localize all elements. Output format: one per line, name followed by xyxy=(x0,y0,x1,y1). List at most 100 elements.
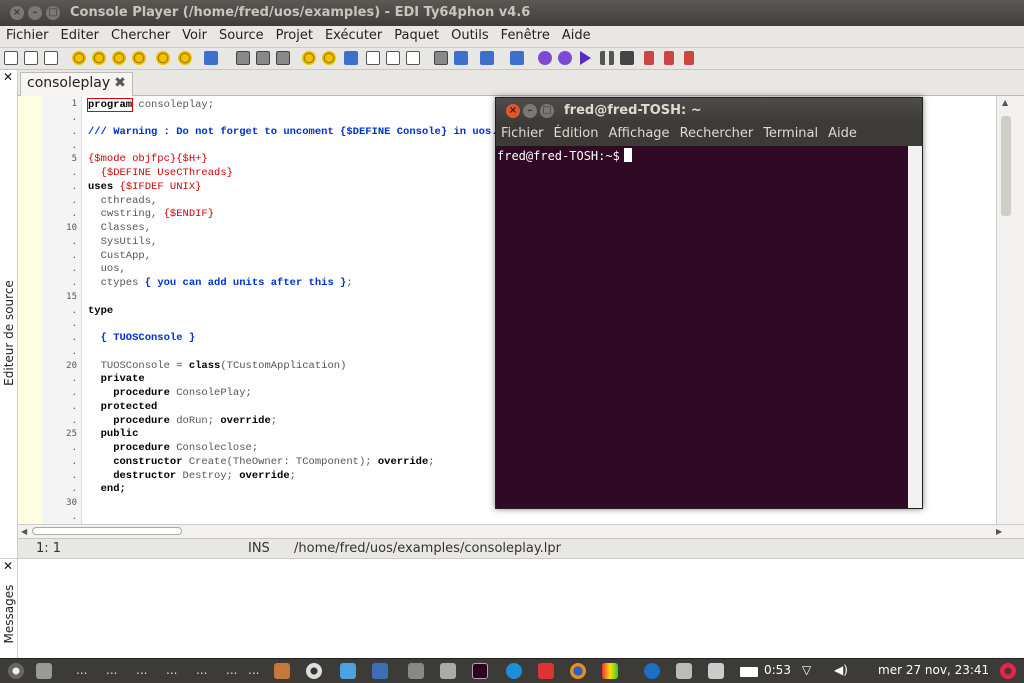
source-editor-label[interactable]: Editeur de source xyxy=(2,276,16,390)
rebuild-icon[interactable] xyxy=(112,51,126,65)
save-icon[interactable] xyxy=(236,51,250,65)
terminal-scrollbar[interactable] xyxy=(908,146,922,508)
new-form-icon[interactable] xyxy=(44,51,58,65)
mail-icon[interactable] xyxy=(708,663,724,679)
dropbox-icon[interactable] xyxy=(644,663,660,679)
term-menu-aide[interactable]: Aide xyxy=(823,124,862,141)
tab-consoleplay[interactable]: consoleplay ✖ xyxy=(20,72,133,96)
stop-icon[interactable] xyxy=(620,51,634,65)
scroll-thumb[interactable] xyxy=(1001,116,1011,216)
save-as-icon[interactable] xyxy=(276,51,290,65)
browser-c-icon[interactable] xyxy=(506,663,522,679)
menu-chercher[interactable]: Chercher xyxy=(105,26,176,43)
term-menu-fichier[interactable]: Fichier xyxy=(496,124,549,141)
taskbar-item[interactable]: ... xyxy=(196,663,207,677)
project-icon[interactable] xyxy=(480,51,494,65)
wifi-icon[interactable]: ▽ xyxy=(802,663,811,677)
new-file-icon[interactable] xyxy=(4,51,18,65)
terminal-window[interactable]: × – □ fred@fred-TOSH: ~ Fichier Édition … xyxy=(495,97,923,509)
inspector-icon[interactable] xyxy=(344,51,358,65)
step-over-icon[interactable] xyxy=(664,51,674,65)
view-units-icon[interactable] xyxy=(366,51,380,65)
taskbar-item[interactable]: ... xyxy=(76,663,87,677)
watch-icon[interactable] xyxy=(558,51,572,65)
calculator-icon[interactable] xyxy=(440,663,456,679)
scroll-left-icon[interactable]: ◀ xyxy=(21,527,27,536)
notes-icon[interactable] xyxy=(676,663,692,679)
network-icon[interactable] xyxy=(510,51,524,65)
taskbar-item[interactable]: ... xyxy=(106,663,117,677)
menu-projet[interactable]: Projet xyxy=(270,26,319,43)
disk-app-icon[interactable] xyxy=(408,663,424,679)
run-options-icon[interactable] xyxy=(204,51,218,65)
terminal-app-icon[interactable] xyxy=(472,663,488,679)
menu-executer[interactable]: Exécuter xyxy=(319,26,388,43)
maximize-icon[interactable]: □ xyxy=(46,6,60,20)
vertical-scrollbar[interactable]: ▲ xyxy=(996,96,1024,524)
palette-icon[interactable] xyxy=(322,51,336,65)
scroll-thumb[interactable] xyxy=(32,527,182,535)
messages-area[interactable] xyxy=(18,558,1024,658)
close-icon[interactable]: × xyxy=(506,104,520,118)
pause-icon[interactable] xyxy=(600,51,614,65)
power-menu-icon[interactable] xyxy=(8,663,24,679)
taskbar-item[interactable]: ... xyxy=(226,663,237,677)
messages-label[interactable]: Messages xyxy=(2,557,16,671)
taskbar-item[interactable]: ... xyxy=(166,663,177,677)
view-forms-icon[interactable] xyxy=(386,51,400,65)
menu-aide[interactable]: Aide xyxy=(556,26,597,43)
step-into-icon[interactable] xyxy=(644,51,654,65)
menu-fenetre[interactable]: Fenêtre xyxy=(495,26,556,43)
battery-icon[interactable] xyxy=(740,667,758,677)
close-icon[interactable]: × xyxy=(10,6,24,20)
terminal-body[interactable]: fred@fred-TOSH:~$ xyxy=(496,146,908,508)
save-all-icon[interactable] xyxy=(256,51,270,65)
filter-app-icon[interactable] xyxy=(340,663,356,679)
install-icon[interactable] xyxy=(178,51,192,65)
build-icon[interactable] xyxy=(72,51,86,65)
taskbar-item[interactable]: ... xyxy=(248,663,259,677)
ide-app-icon[interactable] xyxy=(372,663,388,679)
scroll-right-icon[interactable]: ▶ xyxy=(996,527,1002,536)
menu-editer[interactable]: Editer xyxy=(55,26,106,43)
new-unit-icon[interactable] xyxy=(24,51,38,65)
scroll-up-icon[interactable]: ▲ xyxy=(1002,98,1008,107)
debug-icon[interactable] xyxy=(538,51,552,65)
music-app-icon[interactable] xyxy=(602,663,618,679)
step-out-icon[interactable] xyxy=(684,51,694,65)
term-menu-affichage[interactable]: Affichage xyxy=(603,124,674,141)
editor-app-icon[interactable] xyxy=(274,663,290,679)
gear-app-icon[interactable] xyxy=(538,663,554,679)
diff-icon[interactable] xyxy=(454,51,468,65)
horizontal-scrollbar[interactable]: ◀ ▶ xyxy=(18,524,1024,538)
settings-app-icon[interactable] xyxy=(306,663,322,679)
binoculars-icon[interactable] xyxy=(434,51,448,65)
term-menu-terminal[interactable]: Terminal xyxy=(758,124,823,141)
minimize-icon[interactable]: – xyxy=(523,104,537,118)
run-icon[interactable] xyxy=(580,51,591,65)
options-icon[interactable] xyxy=(302,51,316,65)
clock[interactable]: mer 27 nov, 23:41 xyxy=(878,663,989,677)
menu-paquet[interactable]: Paquet xyxy=(388,26,445,43)
term-menu-rechercher[interactable]: Rechercher xyxy=(675,124,759,141)
firefox-icon[interactable] xyxy=(570,663,586,679)
minimize-icon[interactable]: – xyxy=(28,6,42,20)
line-number: . xyxy=(71,278,77,288)
package-icon[interactable] xyxy=(156,51,170,65)
menu-voir[interactable]: Voir xyxy=(176,26,213,43)
close-tab-icon[interactable]: ✖ xyxy=(114,75,126,91)
trash-icon[interactable] xyxy=(36,663,52,679)
menu-fichier[interactable]: Fichier xyxy=(0,26,55,43)
menu-outils[interactable]: Outils xyxy=(445,26,495,43)
menu-source[interactable]: Source xyxy=(213,26,270,43)
compile-icon[interactable] xyxy=(92,51,106,65)
shutdown-icon[interactable] xyxy=(1000,663,1016,679)
maximize-icon[interactable]: □ xyxy=(540,104,554,118)
taskbar-item[interactable]: ... xyxy=(136,663,147,677)
term-menu-edition[interactable]: Édition xyxy=(549,124,604,141)
bookmark-gutter[interactable] xyxy=(18,96,42,524)
toggle-form-icon[interactable] xyxy=(406,51,420,65)
clean-icon[interactable] xyxy=(132,51,146,65)
volume-icon[interactable]: ◀) xyxy=(834,663,848,677)
close-icon[interactable]: ✕ xyxy=(3,70,13,84)
